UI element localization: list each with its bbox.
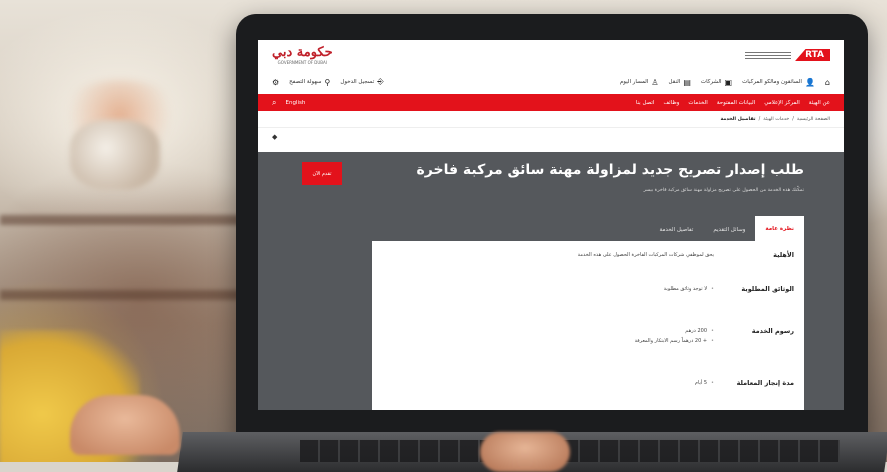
main-nav-item[interactable]: المركز الإعلامي [764, 100, 800, 106]
nav-label: الشركات [700, 79, 722, 85]
breadcrumb: الصفحة الرئيسية / خدمات الهيئة / تفاصيل … [258, 111, 844, 128]
accessibility-icon: ⚲ [324, 77, 331, 87]
main-nav-item[interactable]: وظائف [663, 100, 679, 106]
gear-icon: ⚙ [272, 77, 280, 87]
documents-row: الوثائق المطلوبة لا توجد وثائق مطلوبة [372, 285, 804, 295]
fees-value: 200 درهم + 20 درهماً رسم الابتكار والمعر… [635, 327, 714, 346]
person-icon: ♙ [651, 77, 659, 87]
laptop-keyboard [300, 440, 840, 462]
search-icon[interactable]: ⌕ [272, 98, 276, 108]
eligibility-label: الأهلية [773, 251, 794, 259]
browser-screen: RTA حكومة دبي GOVERNMENT OF DUBAI ⌂ 👤 الس… [258, 40, 844, 410]
government-logo[interactable]: حكومة دبي GOVERNMENT OF DUBAI [272, 45, 334, 65]
language-switch[interactable]: English [285, 100, 305, 106]
accessibility-label: سهولة التصفح [289, 79, 322, 85]
breadcrumb-current: تفاصيل الخدمة [720, 116, 756, 122]
tab-details[interactable]: تفاصيل الخدمة [650, 219, 704, 241]
eligibility-value: يحق لموظفي شركات المركبات الفاخرة الحصول… [577, 252, 714, 258]
duration-item: 5 أيام [695, 379, 714, 389]
apply-button[interactable]: تقدم الآن [302, 162, 342, 185]
audience-nav: ⌂ 👤 السائقون ومالكو المركبات ▣ الشركات ▤ ال… [258, 70, 844, 94]
share-icon[interactable]: ◆ [272, 133, 277, 141]
user-icon: 👤 [804, 77, 815, 87]
home-icon: ⌂ [824, 77, 830, 87]
nav-today[interactable]: ♙ المسار اليوم [620, 78, 659, 87]
hand-left [70, 395, 180, 455]
documents-value: لا توجد وثائق مطلوبة [664, 285, 714, 295]
nav-home[interactable]: ⌂ [825, 78, 830, 87]
nav-drivers[interactable]: 👤 السائقون ومالكو المركبات [742, 78, 815, 87]
login-link[interactable]: ⎆ تسجيل الدخول [340, 77, 383, 87]
car-icon: ▤ [683, 77, 691, 87]
fees-item: + 20 درهماً رسم الابتكار والمعرفة [635, 337, 714, 347]
page-title: طلب إصدار تصريح جديد لمزاولة مهنة سائق م… [416, 162, 804, 178]
main-nav-item[interactable]: اتصل بنا [636, 100, 655, 106]
accessibility-link[interactable]: ⚲ سهولة التصفح [289, 78, 330, 87]
building-icon: ▣ [724, 77, 733, 87]
nav-label: النقل [668, 79, 681, 85]
rta-logo-badge: RTA [795, 49, 830, 61]
main-nav-bar: عن الهيئة المركز الإعلامي البيانات المفت… [258, 94, 844, 111]
share-row: ◆ [258, 128, 844, 145]
breadcrumb-separator: / [792, 116, 794, 122]
nav-label: السائقون ومالكو المركبات [742, 79, 802, 85]
settings-button[interactable]: ⚙ [272, 78, 279, 87]
service-tabs: نظرة عامة وسائل التقديم تفاصيل الخدمة [650, 216, 804, 241]
hand-right [480, 432, 570, 472]
fees-label: رسوم الخدمة [751, 327, 794, 335]
nav-transport[interactable]: ▤ النقل [669, 78, 691, 87]
documents-item: لا توجد وثائق مطلوبة [664, 285, 714, 295]
duration-label: مدة إنجاز المعاملة [736, 379, 794, 387]
fees-row: رسوم الخدمة 200 درهم + 20 درهماً رسم الا… [372, 327, 804, 346]
nav-companies[interactable]: ▣ الشركات [701, 78, 732, 87]
service-description: تمكّنك هذه الخدمة من الحصول على تصريح مز… [643, 188, 804, 193]
duration-value: 5 أيام [695, 379, 714, 389]
rta-logo[interactable]: RTA [745, 49, 830, 61]
breadcrumb-item[interactable]: الصفحة الرئيسية [797, 117, 830, 122]
breadcrumb-item[interactable]: خدمات الهيئة [763, 117, 789, 122]
fees-item: 200 درهم [635, 327, 714, 337]
breadcrumb-separator: / [758, 116, 761, 122]
main-nav-item[interactable]: عن الهيئة [809, 100, 830, 106]
government-logo-mark: حكومة دبي [272, 45, 334, 60]
site-header: RTA حكومة دبي GOVERNMENT OF DUBAI [258, 40, 844, 70]
duration-row: مدة إنجاز المعاملة 5 أيام [372, 379, 804, 389]
eligibility-row: الأهلية يحق لموظفي شركات المركبات الفاخر… [372, 251, 804, 261]
nav-label: المسار اليوم [619, 79, 649, 85]
vase-blur [70, 120, 160, 190]
shelf-blur [0, 215, 260, 225]
rta-logo-lines [745, 51, 792, 59]
tab-overview[interactable]: نظرة عامة [755, 216, 804, 241]
main-nav-item[interactable]: الخدمات [688, 100, 707, 106]
service-hero: طلب إصدار تصريح جديد لمزاولة مهنة سائق م… [258, 152, 844, 410]
login-label: تسجيل الدخول [340, 79, 375, 85]
tab-channels[interactable]: وسائل التقديم [703, 219, 755, 241]
documents-label: الوثائق المطلوبة [741, 285, 794, 293]
government-logo-caption: GOVERNMENT OF DUBAI [277, 60, 327, 65]
overview-panel: الأهلية يحق لموظفي شركات المركبات الفاخر… [372, 241, 804, 410]
shelf-blur [0, 290, 260, 300]
login-icon: ⎆ [377, 77, 384, 86]
main-nav-item[interactable]: البيانات المفتوحة [717, 100, 755, 106]
